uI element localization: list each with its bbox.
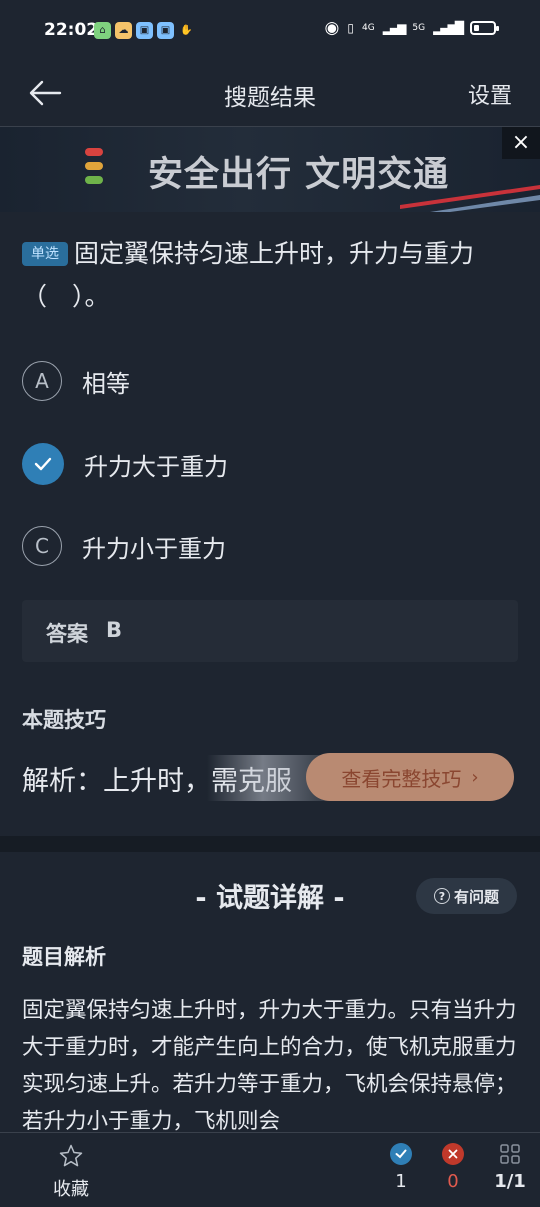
question-mark-icon: ? <box>433 888 450 904</box>
analysis-text: 固定翼保持匀速上升时，升力大于重力。只有当升力大于重力时，才能产生向上的合力，使… <box>22 998 517 1132</box>
vibrate-icon: ▯ <box>347 21 354 35</box>
wrong-count: 0 <box>447 1171 459 1192</box>
wrong-x-icon <box>442 1143 464 1165</box>
battery-icon <box>470 21 499 35</box>
analysis-title: 题目解析 <box>22 945 106 969</box>
close-ad-button[interactable]: × <box>502 127 540 159</box>
progress-count: 1/1 <box>494 1171 526 1192</box>
favorite-label: 收藏 <box>53 1179 89 1200</box>
status-time: 22:02 <box>44 20 99 40</box>
view-tips-label: 查看完整技巧 <box>341 766 462 791</box>
report-issue-button[interactable]: ? 有问题 <box>416 878 517 914</box>
tips-title: 本题技巧 <box>22 708 106 732</box>
option-letter-circle: C <box>22 526 62 566</box>
question-text-block: 单选 固定翼保持匀速上升时，升力与重力（ ）。 <box>22 232 518 318</box>
report-issue-label: 有问题 <box>453 887 499 906</box>
eye-icon: ◉ <box>324 18 340 38</box>
correct-count-stat[interactable]: 1 <box>381 1143 421 1192</box>
app-notification-icon: ▣ <box>136 22 153 39</box>
wrong-count-stat[interactable]: 0 <box>433 1143 473 1192</box>
option-c[interactable]: C 升力小于重力 <box>22 523 518 569</box>
settings-button[interactable]: 设置 <box>468 78 512 110</box>
option-text: 相等 <box>82 369 130 398</box>
signal-5g: 5G <box>412 23 426 33</box>
signal-bars-icon: ▂▄▆█ <box>433 21 464 35</box>
page-title: 搜题结果 <box>224 85 316 111</box>
tips-preview-row: 解析：上升时，需克服 查看完整技巧 › <box>22 753 518 801</box>
option-letter-circle: A <box>22 361 62 401</box>
answer-label: 答案 <box>46 622 88 646</box>
correct-check-icon <box>390 1143 412 1165</box>
signal-bars-icon: ▂▄▆ <box>382 21 407 35</box>
bottom-toolbar: 收藏 1 0 1/1 <box>0 1132 540 1207</box>
status-bar: 22:02 ⌂ ☁ ▣ ▣ ✋ ◉ ▯ 4G ▂▄▆ 5G ▂▄▆█ <box>0 0 540 62</box>
answer-value: B <box>106 618 123 642</box>
gesture-icon: ✋ <box>180 25 193 36</box>
option-a[interactable]: A 相等 <box>22 358 518 404</box>
status-indicators: ◉ ▯ 4G ▂▄▆ 5G ▂▄▆█ <box>324 18 499 38</box>
weather-icon: ☁ <box>115 22 132 39</box>
grid-icon <box>500 1144 520 1164</box>
traffic-light-icon <box>85 148 103 190</box>
notification-icons: ⌂ ☁ ▣ ▣ ✋ <box>94 22 195 39</box>
option-b[interactable]: 升力大于重力 <box>22 441 518 487</box>
home-app-icon: ⌂ <box>94 22 111 39</box>
question-text: 固定翼保持匀速上升时，升力与重力（ ）。 <box>22 239 475 311</box>
app-notification-icon: ▣ <box>157 22 174 39</box>
option-text: 升力小于重力 <box>82 534 226 563</box>
question-grid-stat[interactable]: 1/1 <box>490 1143 530 1192</box>
correct-count: 1 <box>395 1171 407 1192</box>
question-type-badge: 单选 <box>22 242 68 266</box>
chevron-right-icon: › <box>471 766 479 788</box>
view-full-tips-button[interactable]: 查看完整技巧 › <box>306 753 514 801</box>
option-text: 升力大于重力 <box>84 452 228 481</box>
app-header: 搜题结果 设置 <box>0 62 540 127</box>
answer-box: 答案 B <box>22 600 518 662</box>
check-icon <box>22 443 64 485</box>
favorite-button[interactable]: 收藏 <box>46 1143 96 1201</box>
star-icon <box>59 1144 83 1167</box>
section-divider <box>0 836 540 852</box>
signal-4g: 4G <box>361 23 375 33</box>
banner-slogan: 安全出行 文明交通 <box>148 155 450 195</box>
